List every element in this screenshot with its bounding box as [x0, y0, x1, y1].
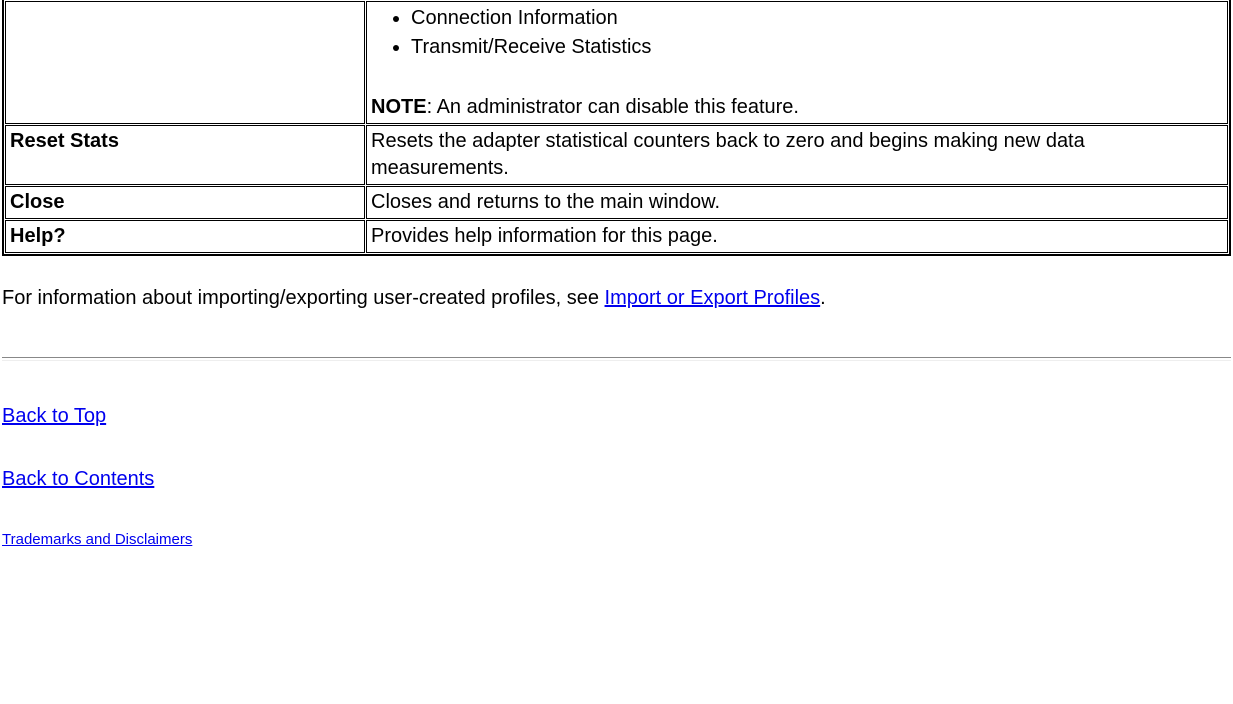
row-desc-close: Closes and returns to the main window. [366, 186, 1228, 219]
info-prefix: For information about importing/exportin… [2, 287, 605, 309]
table-row: Help? Provides help information for this… [5, 220, 1228, 253]
note-text: : An administrator can disable this feat… [427, 96, 799, 118]
row-label-details [5, 1, 365, 124]
back-to-top-link[interactable]: Back to Top [2, 405, 106, 427]
details-list: Connection Information Transmit/Receive … [411, 4, 1223, 62]
table-row: Close Closes and returns to the main win… [5, 186, 1228, 219]
note-label: NOTE [371, 96, 427, 118]
back-to-contents-wrap: Back to Contents [2, 468, 1231, 491]
list-item: Connection Information [411, 4, 1223, 33]
note-line: NOTE: An administrator can disable this … [371, 94, 1223, 121]
info-paragraph: For information about importing/exportin… [2, 284, 1231, 313]
row-desc-reset-stats: Resets the adapter statistical counters … [366, 125, 1228, 185]
row-label-reset-stats: Reset Stats [5, 125, 365, 185]
feature-table: Connection Information Transmit/Receive … [2, 0, 1231, 256]
trademarks-wrap: Trademarks and Disclaimers [2, 531, 1231, 548]
row-desc-help: Provides help information for this page. [366, 220, 1228, 253]
list-item: Transmit/Receive Statistics [411, 33, 1223, 62]
row-label-help: Help? [5, 220, 365, 253]
trademarks-link[interactable]: Trademarks and Disclaimers [2, 531, 192, 548]
row-label-close: Close [5, 186, 365, 219]
back-to-contents-link[interactable]: Back to Contents [2, 468, 154, 490]
row-desc-details: Connection Information Transmit/Receive … [366, 1, 1228, 124]
table-row: Reset Stats Resets the adapter statistic… [5, 125, 1228, 185]
table-row: Connection Information Transmit/Receive … [5, 1, 1228, 124]
info-suffix: . [820, 287, 826, 309]
import-export-profiles-link[interactable]: Import or Export Profiles [605, 287, 821, 309]
separator [2, 357, 1231, 361]
back-to-top-wrap: Back to Top [2, 405, 1231, 428]
